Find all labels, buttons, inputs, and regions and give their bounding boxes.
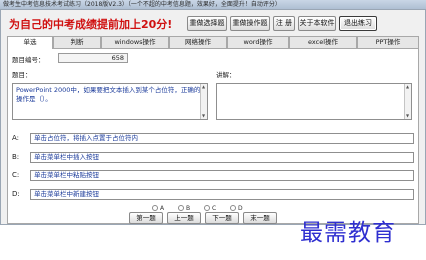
brand-watermark: 最需教育 [300, 220, 396, 246]
scroll-down-icon[interactable]: ▼ [406, 114, 409, 118]
answer-radio-c[interactable]: C [204, 205, 216, 212]
question-number-label: 题目编号： [12, 56, 45, 64]
about-button[interactable]: 关于本软件 [298, 16, 336, 31]
option-d-letter: D: [12, 190, 20, 198]
first-question-button[interactable]: 第一题 [129, 212, 163, 224]
scroll-up-icon[interactable]: ▲ [406, 85, 409, 89]
redo-choice-button[interactable]: 重做选择题 [187, 16, 227, 31]
question-type-tabs: 单选 判断 windows操作 网络操作 word操作 excel操作 PPT操… [7, 36, 419, 49]
tab-word[interactable]: word操作 [227, 36, 289, 48]
tab-judge[interactable]: 判断 [53, 36, 101, 48]
answer-radio-b[interactable]: B [178, 205, 190, 212]
answer-radio-a[interactable]: A [152, 205, 164, 212]
tab-ppt[interactable]: PPT操作 [357, 36, 419, 48]
question-text-box[interactable]: PowerPoint 2000中，如果要把文本插入到某个占位符，正确的操作是（）… [12, 83, 208, 120]
question-title-label: 题目： [12, 71, 32, 79]
question-text: PowerPoint 2000中，如果要把文本插入到某个占位符，正确的操作是（）… [16, 86, 201, 103]
window-title: 做考生中考信息技术考试练习（2018版V2.3）（一个不超的中考信息题，效果好，… [3, 1, 281, 8]
scroll-down-icon[interactable]: ▼ [202, 114, 205, 118]
option-c-text: 单击菜单栏中粘贴按钮 [30, 170, 414, 181]
question-scrollbar[interactable]: ▲ ▼ [200, 84, 207, 119]
option-c-letter: C: [12, 171, 20, 179]
last-question-button[interactable]: 末一题 [243, 212, 277, 224]
redo-operation-button[interactable]: 重做操作题 [230, 16, 270, 31]
window-title-bar: 做考生中考信息技术考试练习（2018版V2.3）（一个不超的中考信息题，效果好，… [0, 0, 426, 9]
headline-slogan: 为自己的中考成绩提前加上20分! [9, 18, 173, 31]
exit-practice-button[interactable]: 退出练习 [339, 16, 377, 31]
tab-excel[interactable]: excel操作 [289, 36, 357, 48]
explain-label: 讲解： [216, 71, 236, 79]
question-number-field: 658 [58, 53, 128, 63]
option-d-text: 单击菜单栏中新建按钮 [30, 189, 414, 200]
question-panel: 题目编号： 658 题目： 讲解： PowerPoint 2000中，如果要把文… [7, 48, 419, 224]
tab-windows[interactable]: windows操作 [101, 36, 169, 48]
explain-scrollbar[interactable]: ▲ ▼ [404, 84, 411, 119]
previous-question-button[interactable]: 上一题 [167, 212, 201, 224]
scroll-up-icon[interactable]: ▲ [202, 85, 205, 89]
tab-single-choice[interactable]: 单选 [7, 36, 53, 49]
register-button[interactable]: 注 册 [273, 16, 295, 31]
option-a-letter: A: [12, 134, 20, 142]
tab-network[interactable]: 网络操作 [169, 36, 227, 48]
option-b-letter: B: [12, 153, 20, 161]
option-b-text: 单击菜单栏中插入按钮 [30, 152, 414, 163]
next-question-button[interactable]: 下一题 [205, 212, 239, 224]
explain-text-box[interactable]: ▲ ▼ [216, 83, 412, 120]
answer-radio-d[interactable]: D [230, 205, 243, 212]
option-a-text: 单击占位符，将插入点置于占位符内 [30, 133, 414, 144]
main-window: 为自己的中考成绩提前加上20分! 重做选择题 重做操作题 注 册 关于本软件 退… [0, 9, 426, 225]
